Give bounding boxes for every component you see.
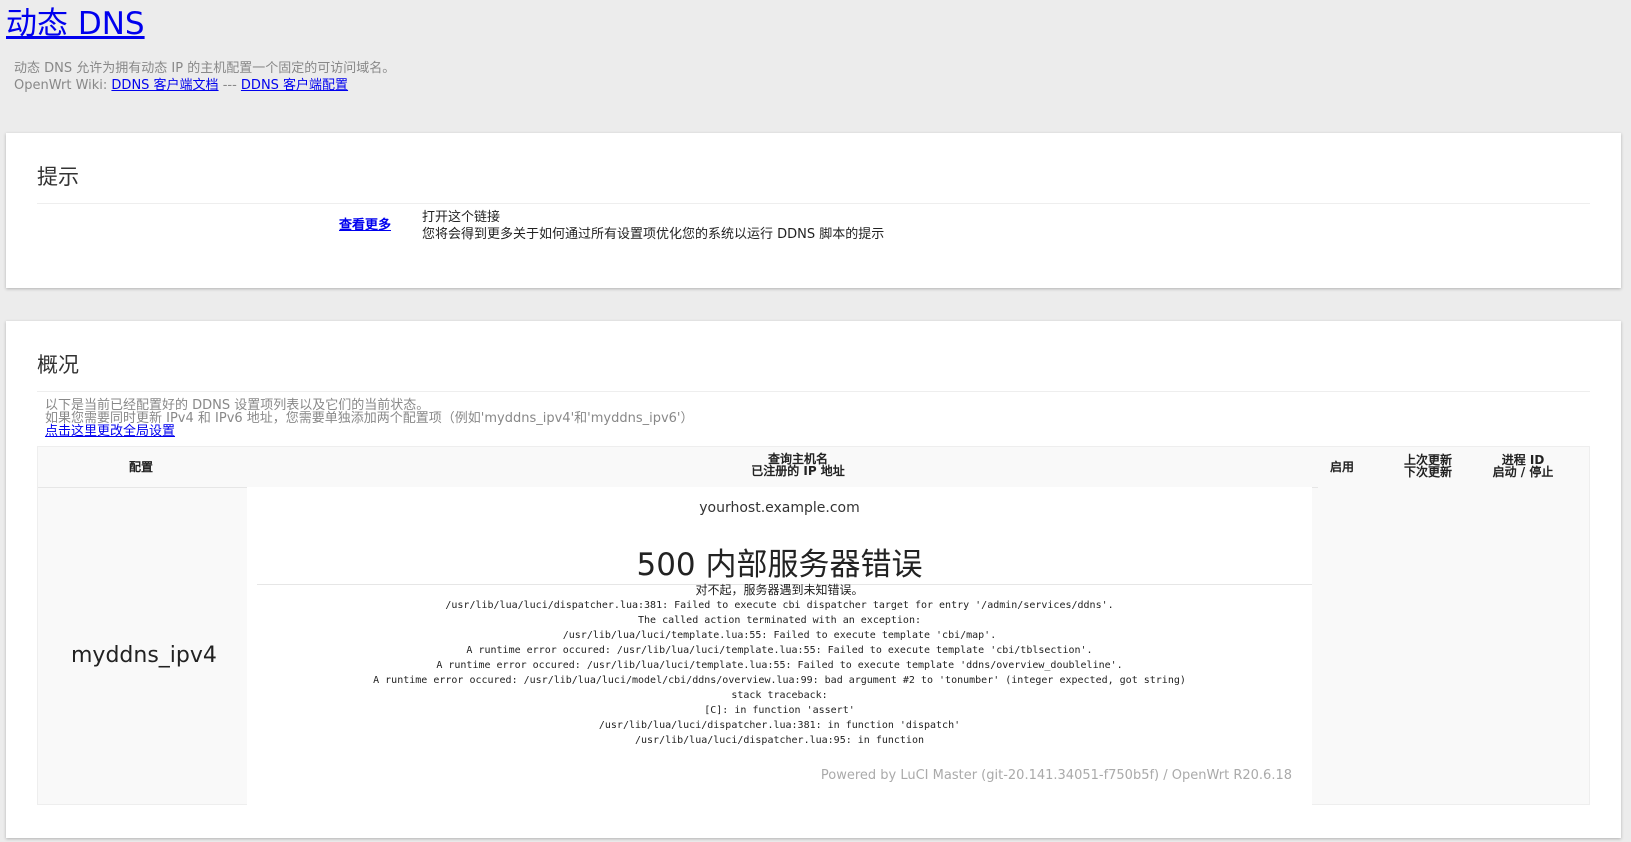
column-next-update: 下次更新 bbox=[1403, 465, 1452, 479]
tip-line-1: 打开这个链接 bbox=[422, 210, 501, 225]
error-line: /usr/lib/lua/luci/template.lua:55: Faile… bbox=[562, 630, 997, 641]
error-title: 500 内部服务器错误 bbox=[636, 547, 923, 583]
overview-title: 概况 bbox=[37, 353, 79, 377]
wiki-separator: --- bbox=[222, 78, 237, 93]
error-line: /usr/lib/lua/luci/dispatcher.lua:95: in … bbox=[635, 735, 924, 746]
overview-section: 概况 以下是当前已经配置好的 DDNS 设置项列表以及它们的当前状态。 如果您需… bbox=[6, 321, 1621, 838]
tip-text: 打开这个链接 您将会得到更多关于如何通过所有设置项优化您的系统以运行 DDNS … bbox=[422, 209, 884, 243]
page-title[interactable]: 动态 DNS bbox=[6, 2, 145, 46]
column-config: 配置 bbox=[129, 460, 154, 474]
error-line: /usr/lib/lua/luci/dispatcher.lua:381: Fa… bbox=[445, 600, 1114, 611]
tips-section: 提示 查看更多 打开这个链接 您将会得到更多关于如何通过所有设置项优化您的系统以… bbox=[6, 133, 1621, 288]
error-line: A runtime error occured: /usr/lib/lua/lu… bbox=[466, 645, 1093, 656]
overview-description: 以下是当前已经配置好的 DDNS 设置项列表以及它们的当前状态。 如果您需要同时… bbox=[45, 399, 694, 438]
wiki-line: OpenWrt Wiki: DDNS 客户端文档 --- DDNS 客户端配置 bbox=[14, 77, 395, 94]
tips-divider bbox=[37, 203, 1590, 204]
page-title-link[interactable]: 动态 DNS bbox=[6, 6, 145, 42]
error-line: The called action terminated with an exc… bbox=[638, 615, 921, 626]
powered-by-footer: Powered by LuCI Master (git-20.141.34051… bbox=[820, 768, 1292, 783]
tips-title: 提示 bbox=[37, 165, 79, 189]
description-line: 动态 DNS 允许为拥有动态 IP 的主机配置一个固定的可访问域名。 bbox=[14, 61, 396, 76]
column-hostname: 查询主机名 已注册的 IP 地址 bbox=[728, 453, 868, 477]
error-message: 对不起，服务器遇到未知错误。 /usr/lib/lua/luci/dispatch… bbox=[247, 583, 1312, 748]
error-line: A runtime error occured: /usr/lib/lua/lu… bbox=[373, 675, 1186, 686]
page-description: 动态 DNS 允许为拥有动态 IP 的主机配置一个固定的可访问域名。 OpenW… bbox=[14, 60, 395, 94]
column-hostname-line-2: 已注册的 IP 地址 bbox=[751, 464, 845, 478]
error-line: /usr/lib/lua/luci/dispatcher.lua:381: in… bbox=[598, 720, 961, 731]
error-first-line: 对不起，服务器遇到未知错误。 bbox=[695, 583, 864, 597]
ddns-client-docs-link[interactable]: DDNS 客户端文档 bbox=[111, 78, 218, 93]
column-process: 进程 ID 启动 / 停止 bbox=[1478, 454, 1568, 478]
row-hostname: yourhost.example.com bbox=[699, 500, 860, 516]
column-start-stop: 启动 / 停止 bbox=[1492, 465, 1554, 479]
global-settings-link[interactable]: 点击这里更改全局设置 bbox=[45, 424, 175, 439]
error-line: stack traceback: bbox=[731, 690, 828, 701]
view-more-button[interactable]: 查看更多 bbox=[339, 214, 391, 233]
error-line: A runtime error occured: /usr/lib/lua/lu… bbox=[436, 660, 1123, 671]
wiki-prefix: OpenWrt Wiki: bbox=[14, 78, 108, 93]
ddns-table: 配置 查询主机名 已注册的 IP 地址 启用 上次更新 下次更新 进程 ID 启… bbox=[37, 446, 1590, 805]
column-enable: 启用 bbox=[1330, 460, 1355, 474]
row-hostname-cell: yourhost.example.com 500 内部服务器错误 对不起，服务器… bbox=[247, 487, 1312, 805]
tip-line-2: 您将会得到更多关于如何通过所有设置项优化您的系统以运行 DDNS 脚本的提示 bbox=[422, 227, 885, 242]
overview-divider bbox=[37, 391, 1590, 392]
column-update: 上次更新 下次更新 bbox=[1388, 454, 1468, 478]
ddns-client-config-link[interactable]: DDNS 客户端配置 bbox=[241, 78, 348, 93]
error-line: [C]: in function 'assert' bbox=[704, 705, 855, 716]
row-config-name: myddns_ipv4 bbox=[71, 643, 217, 668]
